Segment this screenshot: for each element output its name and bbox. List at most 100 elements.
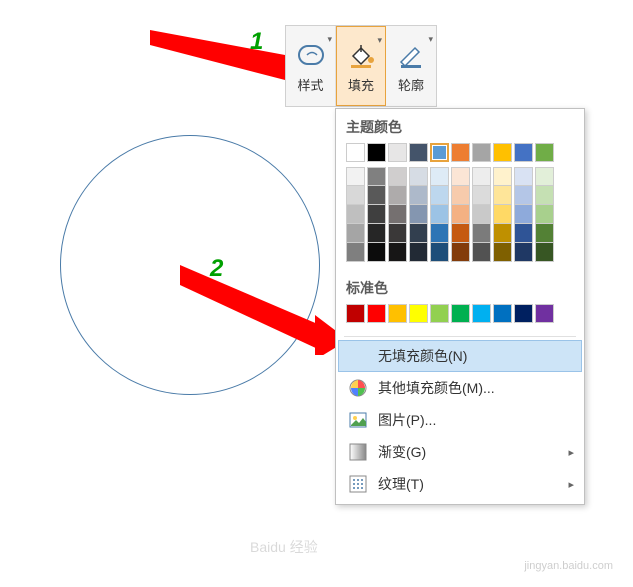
theme-shade-swatch[interactable] xyxy=(451,205,470,224)
theme-shade-swatch[interactable] xyxy=(346,224,365,243)
theme-shade-swatch[interactable] xyxy=(430,205,449,224)
theme-shade-swatch[interactable] xyxy=(388,167,407,186)
theme-shade-swatch[interactable] xyxy=(409,167,428,186)
picture-icon xyxy=(348,410,368,430)
theme-shade-swatch[interactable] xyxy=(493,243,512,262)
standard-color-grid xyxy=(336,304,584,333)
standard-color-swatch[interactable] xyxy=(346,304,365,323)
theme-shade-swatch[interactable] xyxy=(388,243,407,262)
theme-color-swatch[interactable] xyxy=(346,143,365,162)
theme-shade-swatch[interactable] xyxy=(367,167,386,186)
standard-color-swatch[interactable] xyxy=(430,304,449,323)
theme-shade-swatch[interactable] xyxy=(451,167,470,186)
theme-shade-swatch[interactable] xyxy=(514,186,533,205)
fill-label: 填充 xyxy=(348,75,374,94)
theme-shade-swatch[interactable] xyxy=(430,243,449,262)
style-label: 样式 xyxy=(297,75,323,94)
theme-shade-swatch[interactable] xyxy=(409,224,428,243)
theme-shade-swatch[interactable] xyxy=(493,167,512,186)
gradient-fill-item[interactable]: 渐变(G) ▸ xyxy=(336,436,584,468)
theme-shade-swatch[interactable] xyxy=(430,167,449,186)
theme-color-swatch[interactable] xyxy=(409,143,428,162)
theme-shade-swatch[interactable] xyxy=(367,205,386,224)
style-icon xyxy=(295,39,327,71)
style-button[interactable]: ▾ 样式 xyxy=(286,26,336,106)
theme-shade-swatch[interactable] xyxy=(514,167,533,186)
standard-color-swatch[interactable] xyxy=(493,304,512,323)
standard-color-swatch[interactable] xyxy=(409,304,428,323)
picture-fill-item[interactable]: 图片(P)... xyxy=(336,404,584,436)
chevron-down-icon: ▾ xyxy=(428,34,433,45)
theme-shade-swatch[interactable] xyxy=(451,224,470,243)
theme-shade-swatch[interactable] xyxy=(451,243,470,262)
theme-color-swatch[interactable] xyxy=(493,143,512,162)
outline-button[interactable]: ▾ 轮廓 xyxy=(386,26,436,106)
theme-shade-swatch[interactable] xyxy=(472,205,491,224)
theme-colors-title: 主题颜色 xyxy=(336,109,584,143)
watermark-url: jingyan.baidu.com xyxy=(524,560,613,572)
theme-shade-swatch[interactable] xyxy=(430,186,449,205)
divider xyxy=(344,336,576,337)
theme-shade-swatch[interactable] xyxy=(535,205,554,224)
theme-color-swatch[interactable] xyxy=(367,143,386,162)
theme-shade-swatch[interactable] xyxy=(514,243,533,262)
color-wheel-icon xyxy=(348,378,368,398)
more-colors-item[interactable]: 其他填充颜色(M)... xyxy=(336,372,584,404)
annotation-label-2: 2 xyxy=(210,255,223,283)
theme-color-swatch[interactable] xyxy=(451,143,470,162)
theme-shade-swatch[interactable] xyxy=(367,224,386,243)
texture-label: 纹理(T) xyxy=(378,474,424,494)
theme-color-grid xyxy=(336,143,584,270)
theme-shade-swatch[interactable] xyxy=(535,167,554,186)
theme-shade-swatch[interactable] xyxy=(535,224,554,243)
theme-color-swatch[interactable] xyxy=(430,143,449,162)
theme-shade-swatch[interactable] xyxy=(514,224,533,243)
watermark-logo: Baidu 经验 xyxy=(250,537,318,557)
theme-shade-swatch[interactable] xyxy=(514,205,533,224)
theme-shade-swatch[interactable] xyxy=(472,243,491,262)
theme-color-swatch[interactable] xyxy=(514,143,533,162)
theme-shade-swatch[interactable] xyxy=(493,186,512,205)
standard-color-swatch[interactable] xyxy=(367,304,386,323)
theme-color-swatch[interactable] xyxy=(472,143,491,162)
standard-color-swatch[interactable] xyxy=(514,304,533,323)
theme-shade-swatch[interactable] xyxy=(409,205,428,224)
fill-button[interactable]: ▾ 填充 xyxy=(336,26,386,106)
no-fill-label: 无填充颜色(N) xyxy=(378,346,467,366)
standard-color-swatch[interactable] xyxy=(388,304,407,323)
theme-color-swatch[interactable] xyxy=(535,143,554,162)
theme-shade-swatch[interactable] xyxy=(535,243,554,262)
standard-color-swatch[interactable] xyxy=(472,304,491,323)
more-colors-label: 其他填充颜色(M)... xyxy=(378,378,495,398)
theme-shade-swatch[interactable] xyxy=(367,243,386,262)
theme-shade-swatch[interactable] xyxy=(430,224,449,243)
fill-dropdown-panel: 主题颜色 标准色 无填充颜色(N) 其他填充颜色(M)... 图片(P)... … xyxy=(335,108,585,505)
theme-shade-swatch[interactable] xyxy=(472,186,491,205)
format-toolbar: ▾ 样式 ▾ 填充 ▾ 轮廓 xyxy=(285,25,437,107)
theme-shade-swatch[interactable] xyxy=(346,205,365,224)
chevron-right-icon: ▸ xyxy=(568,478,574,491)
theme-shade-swatch[interactable] xyxy=(346,243,365,262)
theme-shade-swatch[interactable] xyxy=(535,186,554,205)
theme-color-swatch[interactable] xyxy=(388,143,407,162)
theme-shade-swatch[interactable] xyxy=(346,186,365,205)
standard-colors-title: 标准色 xyxy=(336,270,584,304)
theme-shade-swatch[interactable] xyxy=(493,224,512,243)
theme-shade-swatch[interactable] xyxy=(388,205,407,224)
annotation-label-1: 1 xyxy=(250,28,263,56)
theme-shade-swatch[interactable] xyxy=(409,243,428,262)
theme-shade-swatch[interactable] xyxy=(451,186,470,205)
theme-shade-swatch[interactable] xyxy=(346,167,365,186)
theme-shade-swatch[interactable] xyxy=(472,167,491,186)
theme-shade-swatch[interactable] xyxy=(472,224,491,243)
theme-shade-swatch[interactable] xyxy=(367,186,386,205)
standard-color-swatch[interactable] xyxy=(451,304,470,323)
chevron-right-icon: ▸ xyxy=(568,446,574,459)
no-fill-item[interactable]: 无填充颜色(N) xyxy=(338,340,582,372)
theme-shade-swatch[interactable] xyxy=(388,224,407,243)
theme-shade-swatch[interactable] xyxy=(493,205,512,224)
standard-color-swatch[interactable] xyxy=(535,304,554,323)
texture-fill-item[interactable]: 纹理(T) ▸ xyxy=(336,468,584,500)
theme-shade-swatch[interactable] xyxy=(409,186,428,205)
theme-shade-swatch[interactable] xyxy=(388,186,407,205)
